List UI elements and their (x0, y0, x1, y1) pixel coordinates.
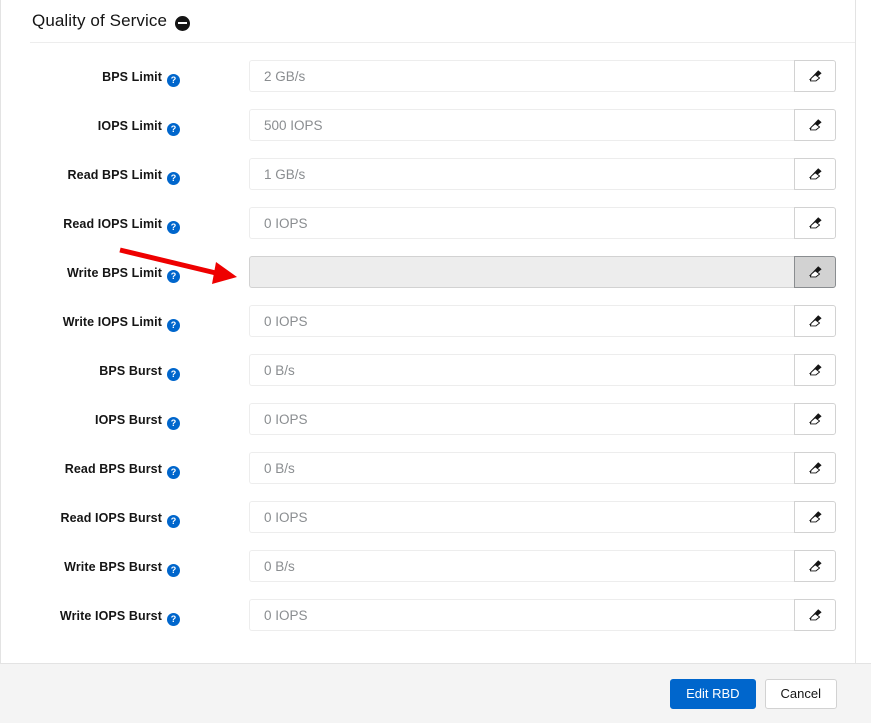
row-label-text: BPS Burst (99, 364, 162, 378)
form-row: Read BPS Burst? (0, 452, 855, 501)
input-group (249, 207, 836, 239)
row-label-text: Write BPS Limit (66, 266, 162, 280)
row-label: BPS Burst? (0, 354, 180, 388)
row-label-text: Write BPS Burst (64, 560, 162, 574)
qos-value-input[interactable] (249, 452, 794, 484)
input-group (249, 60, 836, 92)
question-circle-icon[interactable]: ? (167, 221, 180, 234)
eraser-icon-button[interactable] (794, 452, 836, 484)
row-label-text: Read BPS Burst (64, 462, 162, 476)
question-circle-icon[interactable]: ? (167, 74, 180, 87)
form-row: Write IOPS Limit? (0, 305, 855, 354)
qos-value-input[interactable] (249, 599, 794, 631)
question-circle-icon[interactable]: ? (167, 564, 180, 577)
row-label: BPS Limit? (0, 60, 180, 94)
row-label-text: Read IOPS Limit (63, 217, 162, 231)
qos-value-input (249, 256, 794, 288)
qos-value-input[interactable] (249, 158, 794, 190)
eraser-icon-button[interactable] (794, 501, 836, 533)
form-row: BPS Burst? (0, 354, 855, 403)
page-title: Quality of Service (32, 11, 168, 30)
input-group (249, 599, 836, 631)
form-row: Read IOPS Limit? (0, 207, 855, 256)
input-group (249, 158, 836, 190)
question-circle-icon[interactable]: ? (167, 466, 180, 479)
question-circle-icon[interactable]: ? (167, 417, 180, 430)
minus-circle-icon[interactable] (175, 15, 191, 31)
input-group (249, 550, 836, 582)
form-row: Write IOPS Burst? (0, 599, 855, 648)
row-label-text: Read BPS Limit (67, 168, 162, 182)
eraser-icon-button[interactable] (794, 354, 836, 386)
input-group (249, 109, 836, 141)
input-group (249, 403, 836, 435)
input-group (249, 305, 836, 337)
qos-form: BPS Limit?IOPS Limit?Read BPS Limit?Read… (0, 60, 855, 648)
qos-value-input[interactable] (249, 403, 794, 435)
panel-right-border (855, 0, 856, 663)
form-row: Write BPS Burst? (0, 550, 855, 599)
question-circle-icon[interactable]: ? (167, 270, 180, 283)
row-label-text: Write IOPS Limit (62, 315, 162, 329)
form-row: Read BPS Limit? (0, 158, 855, 207)
qos-value-input[interactable] (249, 60, 794, 92)
question-circle-icon[interactable]: ? (167, 319, 180, 332)
dialog-footer: Edit RBD Cancel (0, 663, 871, 723)
question-circle-icon[interactable]: ? (167, 368, 180, 381)
eraser-icon-button[interactable] (794, 305, 836, 337)
edit-rbd-button[interactable]: Edit RBD (670, 678, 756, 709)
qos-value-input[interactable] (249, 550, 794, 582)
row-label: IOPS Burst? (0, 403, 180, 437)
form-row: BPS Limit? (0, 60, 855, 109)
row-label: Write BPS Burst? (0, 550, 180, 584)
qos-value-input[interactable] (249, 305, 794, 337)
row-label: Read BPS Burst? (0, 452, 180, 486)
row-label: Read BPS Limit? (0, 158, 180, 192)
input-group (249, 354, 836, 386)
row-label-text: BPS Limit (102, 70, 162, 84)
form-row: IOPS Burst? (0, 403, 855, 452)
form-row: Read IOPS Burst? (0, 501, 855, 550)
input-group (249, 452, 836, 484)
header-divider (30, 42, 855, 43)
row-label: Write IOPS Burst? (0, 599, 180, 633)
form-row: Write BPS Limit? (0, 256, 855, 305)
row-label: Write IOPS Limit? (0, 305, 180, 339)
eraser-icon-button[interactable] (794, 599, 836, 631)
qos-settings-screen: Quality of Service BPS Limit?IOPS Limit?… (0, 0, 871, 723)
row-label: Write BPS Limit? (0, 256, 180, 290)
question-circle-icon[interactable]: ? (167, 515, 180, 528)
eraser-icon-button[interactable] (794, 60, 836, 92)
eraser-icon-button[interactable] (794, 158, 836, 190)
section-header: Quality of Service (0, 0, 855, 42)
eraser-icon-button[interactable] (794, 550, 836, 582)
row-label-text: IOPS Limit (97, 119, 162, 133)
question-circle-icon[interactable]: ? (167, 172, 180, 185)
eraser-icon-button[interactable] (794, 109, 836, 141)
qos-value-input[interactable] (249, 207, 794, 239)
qos-value-input[interactable] (249, 109, 794, 141)
row-label-text: IOPS Burst (95, 413, 162, 427)
qos-value-input[interactable] (249, 354, 794, 386)
row-label: Read IOPS Limit? (0, 207, 180, 241)
eraser-icon-button[interactable] (794, 207, 836, 239)
cancel-button[interactable]: Cancel (764, 678, 837, 709)
question-circle-icon[interactable]: ? (167, 123, 180, 136)
eraser-icon-button[interactable] (794, 403, 836, 435)
row-label-text: Write IOPS Burst (59, 609, 162, 623)
input-group (249, 256, 836, 288)
eraser-icon-button[interactable] (794, 256, 836, 288)
row-label: IOPS Limit? (0, 109, 180, 143)
question-circle-icon[interactable]: ? (167, 613, 180, 626)
input-group (249, 501, 836, 533)
qos-value-input[interactable] (249, 501, 794, 533)
form-row: IOPS Limit? (0, 109, 855, 158)
row-label: Read IOPS Burst? (0, 501, 180, 535)
row-label-text: Read IOPS Burst (60, 511, 162, 525)
